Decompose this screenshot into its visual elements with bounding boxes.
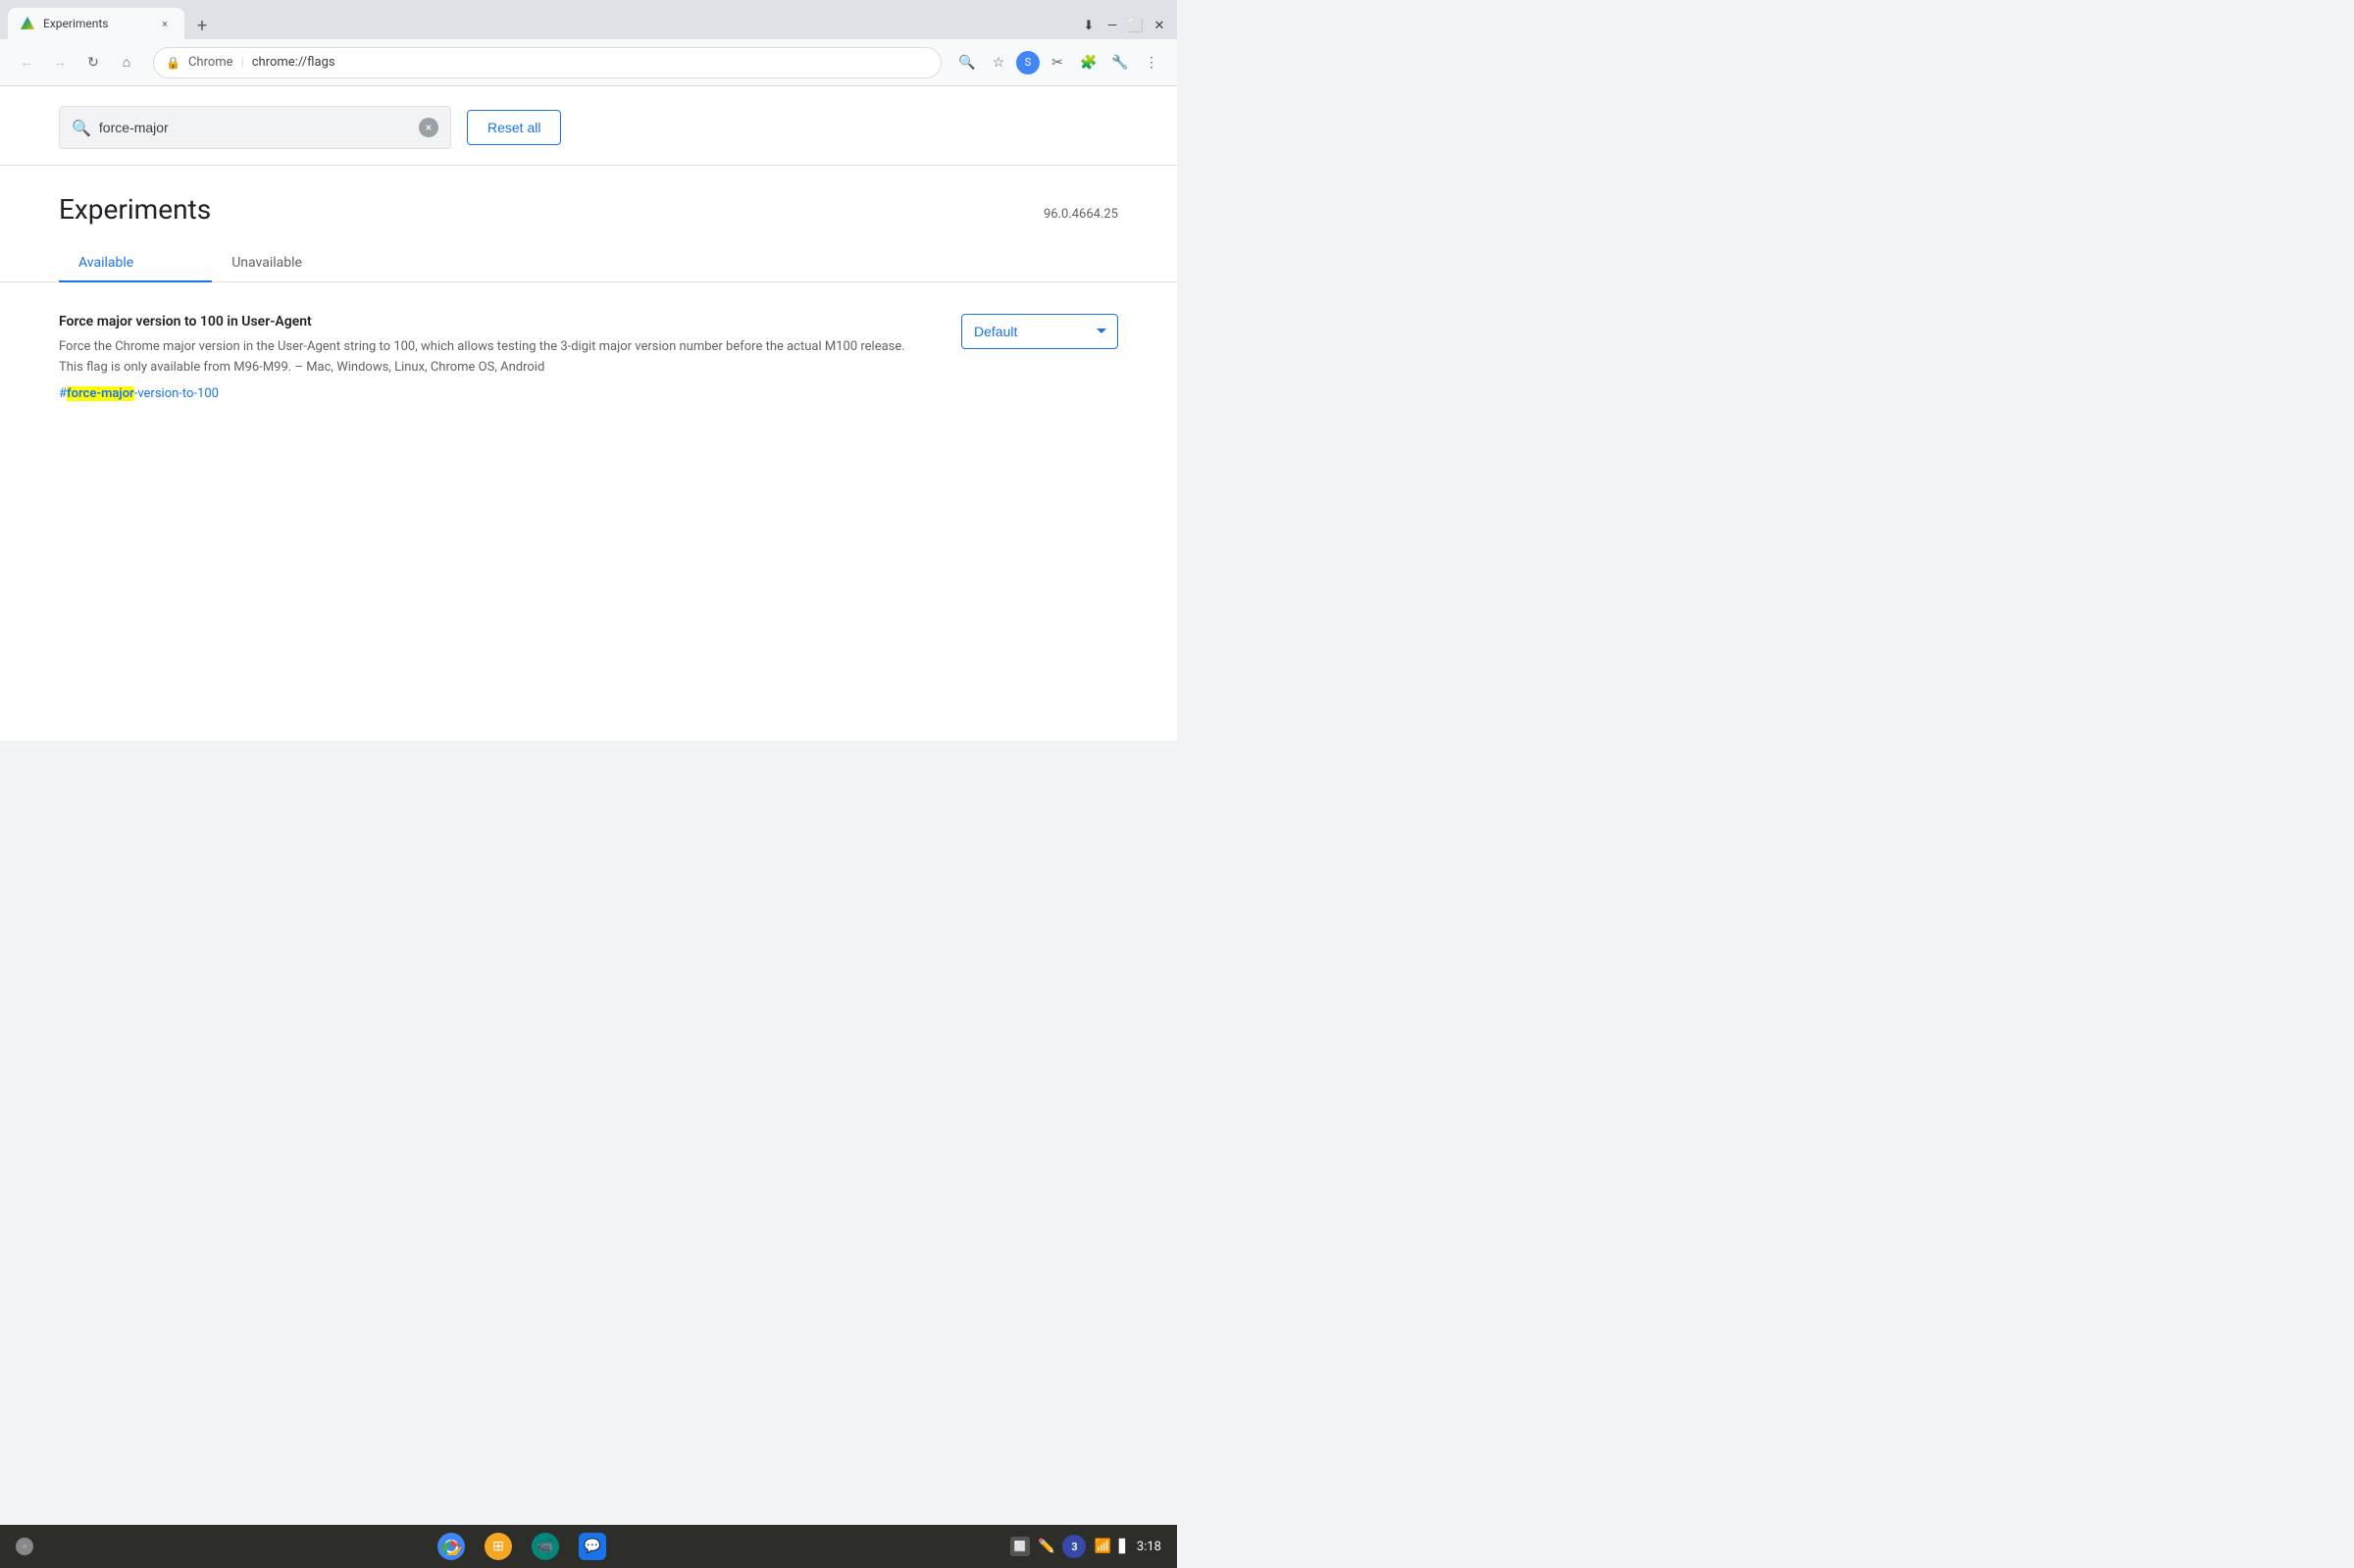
browser-toolbar: ← → ↻ ⌂ 🔒 Chrome | chrome://flags 🔍 ☆ S … [0, 39, 1177, 86]
search-icon: 🔍 [72, 119, 91, 137]
flag-link-prefix: # [59, 386, 67, 401]
messages-taskbar-icon[interactable]: 💬 [573, 1529, 612, 1564]
tab-close-button[interactable]: × [157, 16, 173, 31]
battery-indicator: ▋ [1119, 1540, 1129, 1554]
flag-link-highlight: force-major [67, 386, 134, 401]
status-dot: ● [16, 1538, 33, 1555]
toolbar-icons: 🔍 ☆ S ✂ 🧩 🔧 ⋮ [953, 49, 1165, 76]
scissors-icon: ✂ [1044, 49, 1071, 76]
search-input[interactable] [99, 120, 411, 135]
maximize-button[interactable]: ⬜ [1126, 16, 1146, 35]
flag-entry: Force major version to 100 in User-Agent… [59, 306, 1118, 409]
pen-icon: ✏️ [1038, 1539, 1054, 1554]
taskbar-time: 3:18 [1137, 1540, 1161, 1554]
flag-link[interactable]: #force-major-version-to-100 [59, 386, 219, 401]
taskbar-left: ● [16, 1538, 33, 1555]
experiments-header: Experiments 96.0.4664.25 [0, 166, 1177, 226]
flag-control: Default Enabled Disabled [961, 314, 1118, 349]
minimize-button[interactable]: — [1102, 16, 1122, 35]
version-number: 96.0.4664.25 [1044, 193, 1118, 222]
address-scheme: Chrome [188, 55, 233, 70]
address-favicon: 🔒 [166, 56, 180, 70]
puzzle-icon[interactable]: 🧩 [1075, 49, 1102, 76]
wifi-icon: 📶 [1094, 1539, 1110, 1554]
address-separator: | [241, 55, 244, 70]
flag-name: Force major version to 100 in User-Agent [59, 314, 922, 329]
forward-button[interactable]: → [45, 48, 75, 77]
page-content: 🔍 × Reset all Experiments 96.0.4664.25 A… [0, 86, 1177, 740]
flag-link-suffix: -version-to-100 [134, 386, 219, 401]
flag-description: Force the Chrome major version in the Us… [59, 337, 922, 379]
tab-unavailable[interactable]: Unavailable [212, 245, 381, 282]
gallery-taskbar-icon[interactable]: ⊞ [479, 1529, 518, 1564]
user-avatar[interactable]: 3 [1062, 1535, 1086, 1558]
taskbar-center: ⊞ 📹 💬 [33, 1529, 1010, 1564]
profile-button[interactable]: S [1016, 51, 1040, 75]
address-url: chrome://flags [252, 55, 335, 70]
active-tab[interactable]: Experiments × [8, 8, 184, 39]
reset-all-button[interactable]: Reset all [467, 110, 561, 145]
tab-title: Experiments [43, 17, 149, 30]
page-title: Experiments [59, 193, 211, 226]
menu-button[interactable]: ⋮ [1138, 49, 1165, 76]
tab-available[interactable]: Available [59, 245, 212, 282]
bookmark-button[interactable]: ☆ [985, 49, 1012, 76]
tabs-bar: Available Unavailable [0, 245, 1177, 282]
screen-icon: ⬜ [1010, 1537, 1030, 1556]
window-controls: ⬇ — ⬜ ✕ [1079, 16, 1169, 39]
extension-icon[interactable]: 🔧 [1106, 49, 1134, 76]
chrome-taskbar-icon[interactable] [432, 1529, 471, 1564]
download-icon: ⬇ [1079, 16, 1099, 35]
title-bar: Experiments × + ⬇ — ⬜ ✕ [0, 0, 1177, 39]
close-button[interactable]: ✕ [1150, 16, 1169, 35]
tab-favicon [20, 16, 35, 31]
address-bar[interactable]: 🔒 Chrome | chrome://flags [153, 47, 942, 78]
refresh-button[interactable]: ↻ [78, 48, 108, 77]
search-button[interactable]: 🔍 [953, 49, 981, 76]
taskbar: ● ⊞ 📹 💬 ⬜ ✏️ [0, 1525, 1177, 1568]
search-clear-button[interactable]: × [419, 118, 438, 137]
flags-section: Force major version to 100 in User-Agent… [0, 282, 1177, 432]
flag-select-dropdown[interactable]: Default Enabled Disabled [961, 314, 1118, 349]
meet-taskbar-icon[interactable]: 📹 [526, 1529, 565, 1564]
new-tab-button[interactable]: + [188, 12, 216, 39]
search-area: 🔍 × Reset all [0, 86, 1177, 166]
taskbar-right: ⬜ ✏️ 3 📶 ▋ 3:18 [1010, 1535, 1161, 1558]
back-button[interactable]: ← [12, 48, 41, 77]
home-button[interactable]: ⌂ [112, 48, 141, 77]
search-box: 🔍 × [59, 106, 451, 149]
flag-text: Force major version to 100 in User-Agent… [59, 314, 922, 401]
